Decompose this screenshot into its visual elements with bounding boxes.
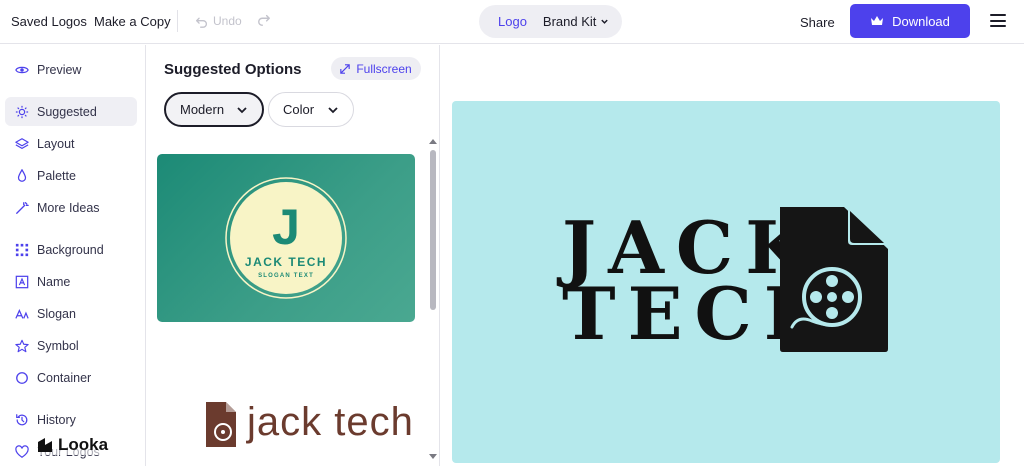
sidebar-item-label: History [37,412,76,427]
color-filter-dropdown[interactable]: Color [268,92,354,127]
sidebar-item-label: Slogan [37,306,76,321]
star-icon [15,339,29,353]
download-label: Download [892,13,950,29]
sidebar-item-label: Name [37,274,71,289]
fullscreen-button[interactable]: Fullscreen [331,57,421,80]
sidebar: Preview Suggested Layout Palette More Id… [0,45,146,466]
grid-icon [15,243,29,257]
sidebar-item-label: More Ideas [37,200,100,215]
text-box-icon [15,275,29,289]
card-name: jack tech [246,400,414,444]
fullscreen-label: Fullscreen [356,61,412,76]
scroll-up-icon[interactable] [428,137,438,145]
top-bar: Saved Logos Make a Copy Undo Logo Brand … [0,0,1024,44]
sparkle-icon [15,105,29,119]
redo-button[interactable] [257,13,271,32]
sidebar-item-preview[interactable]: Preview [5,55,137,84]
scroll-down-icon[interactable] [428,453,438,461]
logo-canvas-area: JACK TECH [441,45,1024,466]
style-filter-value: Modern [180,102,225,117]
sidebar-item-label: Background [37,242,104,257]
sidebar-item-label: Suggested [37,104,97,119]
expand-icon [340,63,351,74]
wand-icon [15,201,29,215]
scrollbar-thumb[interactable] [430,150,436,310]
circle-icon [15,371,29,385]
color-filter-value: Color [283,102,315,117]
make-copy-link[interactable]: Make a Copy [94,14,171,29]
sidebar-item-container[interactable]: Container [5,363,137,392]
card-slogan: SLOGAN TEXT [258,273,314,279]
looka-mark-icon [38,438,52,452]
sidebar-item-label: Preview [37,62,82,77]
chevron-down-icon [328,106,338,113]
history-icon [15,413,29,427]
logo-preview[interactable]: JACK TECH [452,101,1000,463]
suggested-panel: Suggested Options Fullscreen Modern Colo… [147,45,440,466]
sidebar-item-history[interactable]: History [5,405,137,434]
saved-logos-link[interactable]: Saved Logos [11,14,87,29]
undo-button[interactable]: Undo [195,14,242,28]
sidebar-item-label: Palette [37,168,76,183]
tab-brand-kit-label: Brand Kit [542,14,597,29]
scrollbar[interactable] [427,137,439,463]
undo-icon [195,17,207,28]
logo-option-card[interactable]: J JACK TECH SLOGAN TEXT [157,154,415,322]
undo-label: Undo [213,14,242,28]
share-button[interactable]: Share [800,15,835,30]
card-letter: J [272,199,300,255]
font-icon [15,307,29,321]
tab-brand-kit[interactable]: Brand Kit [543,14,609,29]
redo-icon [258,14,270,26]
sidebar-item-background[interactable]: Background [5,235,137,264]
sidebar-item-palette[interactable]: Palette [5,161,137,190]
chevron-down-icon [601,19,609,24]
sidebar-item-suggested[interactable]: Suggested [5,97,137,126]
eye-icon [15,63,29,77]
logo-option-graphic: jack tech [206,400,414,447]
sidebar-item-name[interactable]: Name [5,267,137,296]
card-name: JACK TECH [245,255,327,269]
crown-icon [871,16,884,25]
logo-preview-graphic: JACK TECH [556,205,888,356]
panel-title: Suggested Options [164,61,302,78]
chevron-down-icon [237,106,247,113]
download-button[interactable]: Download [850,4,970,38]
style-filter-dropdown[interactable]: Modern [164,92,264,127]
heart-icon [15,444,29,459]
sidebar-item-layout[interactable]: Layout [5,129,137,158]
sidebar-item-symbol[interactable]: Symbol [5,331,137,360]
looka-logo: Looka [36,435,109,455]
sidebar-item-label: Symbol [37,338,79,353]
looka-wordmark: Looka [58,435,109,454]
logo-option-graphic: J JACK TECH SLOGAN TEXT [225,177,347,299]
logo-option-card[interactable]: jack tech [157,337,415,466]
toolbar-divider [177,10,178,32]
view-toggle: Logo Brand Kit [479,5,622,38]
sidebar-item-more-ideas[interactable]: More Ideas [5,193,137,222]
sidebar-item-label: Container [37,370,92,385]
menu-icon[interactable] [990,14,1006,27]
film-file-icon [780,207,888,352]
sidebar-item-label: Layout [37,136,75,151]
layers-icon [15,137,29,151]
sidebar-item-slogan[interactable]: Slogan [5,299,137,328]
droplet-icon [15,168,29,183]
tab-logo[interactable]: Logo [498,14,527,29]
